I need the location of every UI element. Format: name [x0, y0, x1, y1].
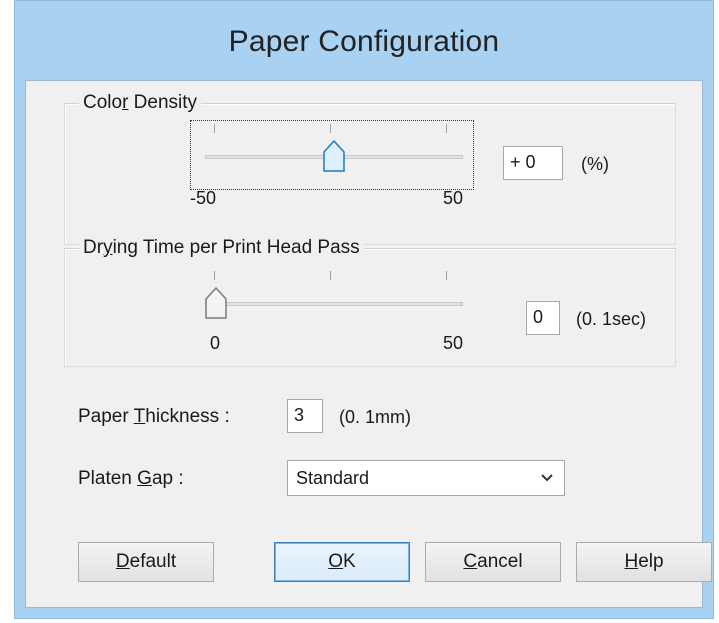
paper-thickness-label-part: Paper: [78, 406, 134, 427]
paper-thickness-label: Paper Thickness :: [78, 406, 230, 428]
drying-time-label-part: Dr: [83, 237, 104, 258]
platen-gap-label: Platen Gap :: [78, 468, 184, 490]
chevron-down-icon: [541, 474, 553, 482]
slider-tick: [330, 124, 331, 133]
drying-time-label-accel: y: [103, 237, 113, 258]
slider-thumb-icon: [205, 286, 227, 319]
dialog-window: Paper Configuration Color Density -50 50…: [14, 0, 714, 619]
color-density-label-part: Colo: [83, 92, 123, 113]
dialog-client-area: Color Density -50 50 + 0 (%) Drying Time…: [25, 80, 712, 608]
drying-time-group: Drying Time per Print Head Pass 0 50 0 (…: [64, 237, 676, 367]
dialog-title: Paper Configuration: [228, 25, 500, 58]
color-density-max-label: 50: [443, 188, 464, 208]
color-density-label-part: Density: [128, 92, 198, 113]
help-button-accel: H: [624, 551, 639, 572]
paper-thickness-unit: (0. 1mm): [339, 407, 411, 427]
color-density-slider-thumb[interactable]: [323, 139, 345, 172]
slider-tick: [446, 124, 447, 133]
cancel-button[interactable]: Cancel: [425, 542, 561, 582]
cancel-button-label: ancel: [477, 551, 523, 572]
drying-time-value-field[interactable]: 0: [526, 301, 560, 335]
paper-thickness-label-part: hickness :: [145, 406, 230, 427]
drying-time-max-label: 50: [443, 333, 464, 353]
default-button-accel: D: [115, 551, 130, 572]
color-density-min-label: -50: [190, 188, 217, 208]
paper-thickness-label-accel: T: [133, 406, 146, 427]
help-button-label: elp: [638, 551, 664, 572]
ok-button[interactable]: OK: [274, 542, 410, 582]
drying-time-slider-track[interactable]: [205, 302, 463, 306]
default-button[interactable]: Default: [78, 542, 214, 582]
slider-tick: [214, 271, 215, 280]
platen-gap-label-part: ap :: [151, 468, 184, 489]
cancel-button-accel: C: [463, 551, 478, 572]
default-button-label: efault: [129, 551, 177, 572]
drying-time-label-part: ing Time per Print Head Pass: [112, 237, 360, 258]
drying-time-slider-thumb[interactable]: [205, 286, 227, 319]
paper-thickness-field[interactable]: 3: [287, 399, 323, 433]
drying-time-label: Drying Time per Print Head Pass: [79, 237, 364, 259]
ok-button-label: K: [343, 551, 356, 572]
platen-gap-selected-value: Standard: [296, 468, 370, 488]
platen-gap-label-accel: G: [137, 468, 152, 489]
color-density-group: Color Density -50 50 + 0 (%): [64, 92, 676, 245]
drying-time-unit: (0. 1sec): [576, 309, 647, 329]
slider-tick: [214, 124, 215, 133]
slider-thumb-icon: [323, 139, 345, 172]
drying-time-min-label: 0: [210, 333, 221, 353]
platen-gap-dropdown[interactable]: Standard: [287, 460, 565, 496]
title-bar[interactable]: Paper Configuration: [15, 1, 713, 83]
ok-button-accel: O: [328, 551, 344, 572]
platen-gap-label-part: Platen: [78, 468, 138, 489]
color-density-label: Color Density: [79, 92, 202, 114]
color-density-unit: (%): [581, 154, 609, 174]
slider-tick: [330, 271, 331, 280]
slider-tick: [446, 271, 447, 280]
color-density-value-field[interactable]: + 0: [503, 146, 563, 180]
help-button[interactable]: Help: [576, 542, 712, 582]
